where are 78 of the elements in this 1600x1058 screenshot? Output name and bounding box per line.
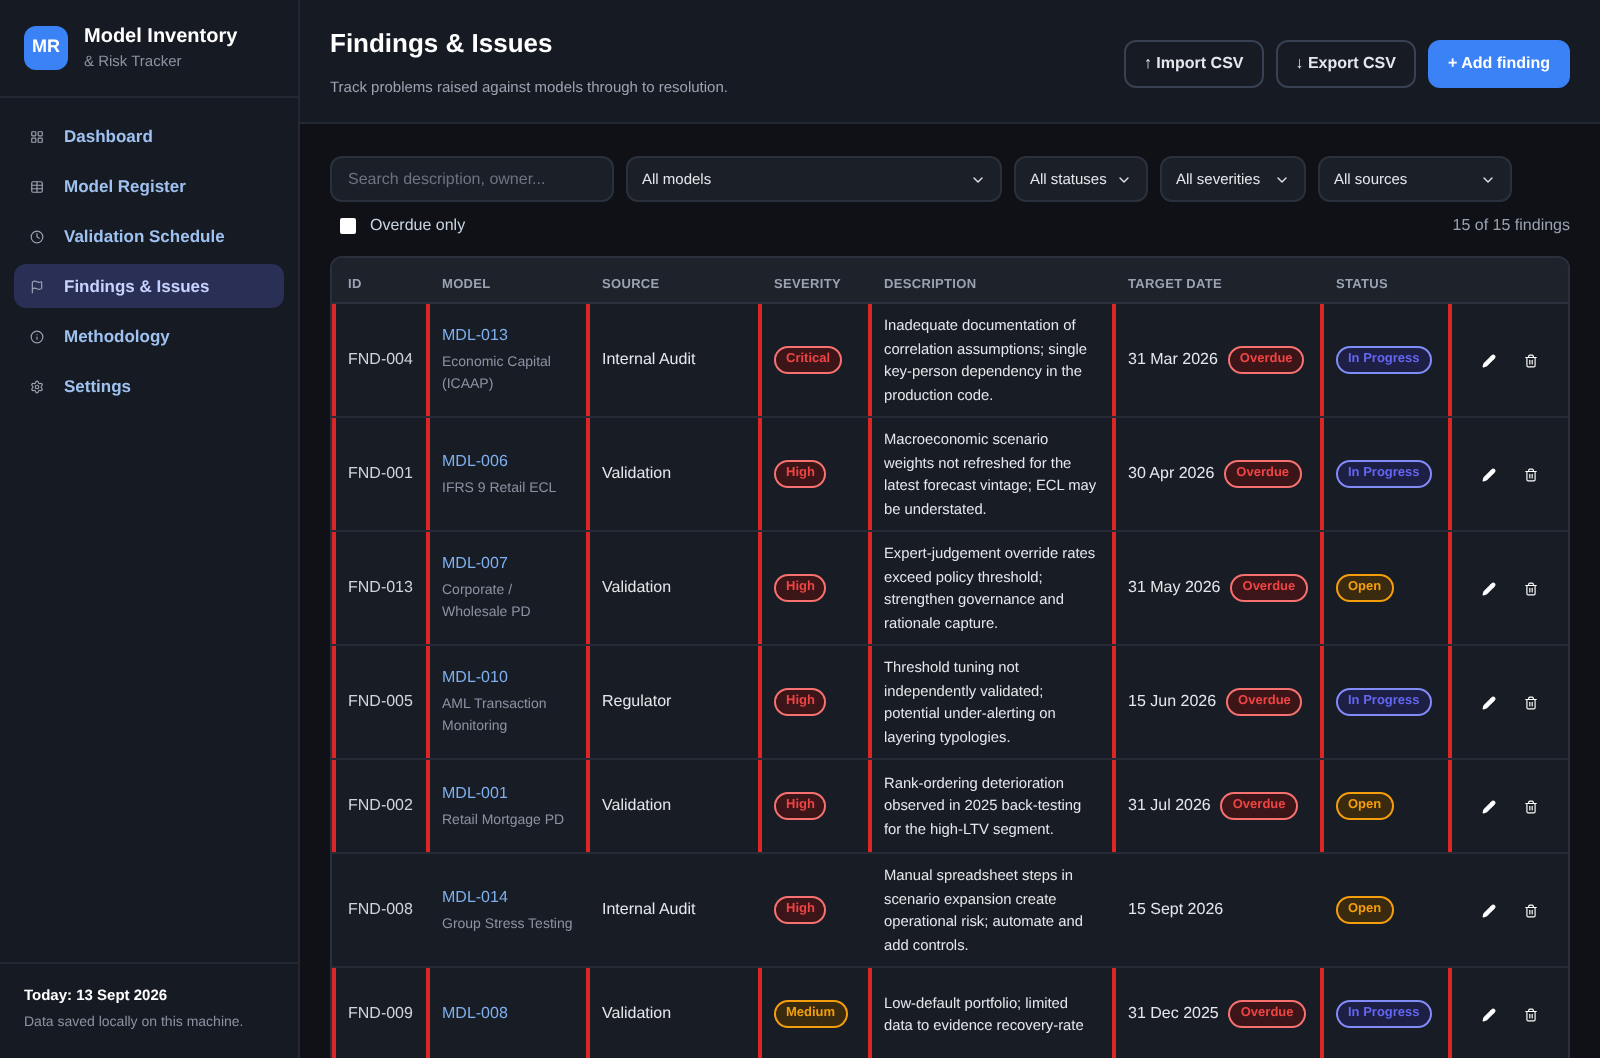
overdue-checkbox[interactable] bbox=[340, 218, 356, 234]
header-button[interactable]: ↑ Import CSV bbox=[1123, 39, 1264, 87]
nav-item[interactable]: Validation Schedule bbox=[14, 214, 284, 258]
finding-id: FND-005 bbox=[348, 690, 413, 714]
pencil-icon bbox=[1482, 799, 1496, 813]
model-link[interactable]: MDL-006 bbox=[442, 449, 508, 473]
finding-id: FND-013 bbox=[348, 576, 413, 600]
header-button[interactable]: + Add finding bbox=[1427, 39, 1570, 87]
findings-count: 15 of 15 findings bbox=[1452, 214, 1570, 238]
finding-id: FND-008 bbox=[348, 898, 413, 922]
table-icon bbox=[30, 179, 44, 193]
model-link[interactable]: MDL-001 bbox=[442, 781, 508, 805]
finding-id: FND-004 bbox=[348, 348, 413, 372]
delete-button[interactable] bbox=[1524, 1007, 1538, 1021]
trash-icon bbox=[1524, 903, 1538, 917]
model-link[interactable]: MDL-013 bbox=[442, 324, 508, 348]
delete-button[interactable] bbox=[1524, 353, 1538, 367]
grid-icon bbox=[30, 129, 44, 143]
edit-button[interactable] bbox=[1482, 695, 1496, 709]
nav-item[interactable]: Methodology bbox=[14, 314, 284, 358]
app-title: Model Inventory bbox=[84, 26, 238, 52]
pencil-icon bbox=[1482, 353, 1496, 367]
clock-icon bbox=[30, 229, 44, 243]
delete-button[interactable] bbox=[1524, 799, 1538, 813]
finding-id: FND-009 bbox=[348, 1002, 413, 1026]
edit-button[interactable] bbox=[1482, 903, 1496, 917]
finding-id: FND-002 bbox=[348, 794, 413, 818]
edit-button[interactable] bbox=[1482, 799, 1496, 813]
trash-icon bbox=[1524, 799, 1538, 813]
nav-item[interactable]: Settings bbox=[14, 364, 284, 408]
delete-button[interactable] bbox=[1524, 903, 1538, 917]
nav-item[interactable]: Model Register bbox=[14, 164, 284, 208]
trash-icon bbox=[1524, 467, 1538, 481]
delete-button[interactable] bbox=[1524, 467, 1538, 481]
nav-item[interactable]: Dashboard bbox=[14, 114, 284, 158]
trash-icon bbox=[1524, 353, 1538, 367]
target-date: 31 Dec 2025 bbox=[1128, 1002, 1219, 1026]
pencil-icon bbox=[1482, 1007, 1496, 1021]
source-text: Validation bbox=[602, 794, 672, 818]
source-text: Validation bbox=[602, 1002, 672, 1026]
source-text: Validation bbox=[602, 462, 672, 486]
model-link[interactable]: MDL-010 bbox=[442, 666, 508, 690]
trash-icon bbox=[1524, 1007, 1538, 1021]
target-date: 31 Mar 2026 bbox=[1128, 348, 1218, 372]
edit-button[interactable] bbox=[1482, 353, 1496, 367]
pencil-icon bbox=[1482, 903, 1496, 917]
edit-button[interactable] bbox=[1482, 581, 1496, 595]
overdue-label: Overdue only bbox=[370, 214, 466, 238]
target-date: 30 Apr 2026 bbox=[1128, 462, 1215, 486]
target-date: 31 May 2026 bbox=[1128, 576, 1221, 600]
target-date: 15 Sept 2026 bbox=[1128, 898, 1224, 922]
finding-id: FND-001 bbox=[348, 462, 413, 486]
flag-icon bbox=[30, 279, 44, 293]
pencil-icon bbox=[1482, 581, 1496, 595]
search-field[interactable]: Search description, owner... bbox=[330, 156, 614, 202]
source-text: Validation bbox=[602, 576, 672, 600]
pencil-icon bbox=[1482, 695, 1496, 709]
settings-icon bbox=[30, 379, 44, 393]
target-date: 15 Jun 2026 bbox=[1128, 690, 1217, 714]
info-icon bbox=[30, 329, 44, 343]
delete-button[interactable] bbox=[1524, 695, 1538, 709]
target-date: 31 Jul 2026 bbox=[1128, 794, 1211, 818]
model-link[interactable]: MDL-008 bbox=[442, 1002, 508, 1026]
trash-icon bbox=[1524, 581, 1538, 595]
delete-button[interactable] bbox=[1524, 581, 1538, 595]
logo-badge: MR bbox=[24, 26, 68, 70]
trash-icon bbox=[1524, 695, 1538, 709]
source-text: Internal Audit bbox=[602, 348, 696, 372]
model-link[interactable]: MDL-007 bbox=[442, 552, 508, 576]
model-link[interactable]: MDL-014 bbox=[442, 885, 508, 909]
header-button[interactable]: ↓ Export CSV bbox=[1275, 39, 1416, 87]
pencil-icon bbox=[1482, 467, 1496, 481]
page-title: Findings & Issues bbox=[330, 26, 555, 63]
nav-item[interactable]: Findings & Issues bbox=[14, 264, 284, 308]
edit-button[interactable] bbox=[1482, 467, 1496, 481]
edit-button[interactable] bbox=[1482, 1007, 1496, 1021]
source-text: Internal Audit bbox=[602, 898, 696, 922]
source-text: Regulator bbox=[602, 690, 672, 714]
